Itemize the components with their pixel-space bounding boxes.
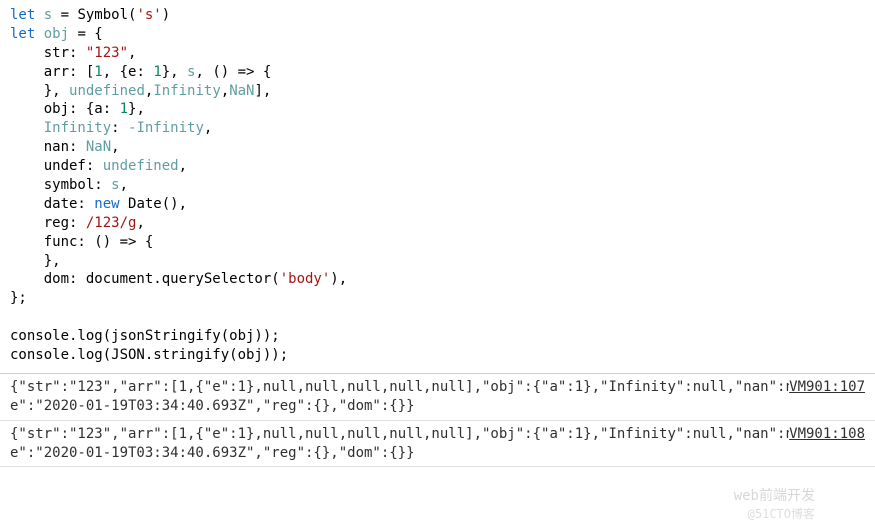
code-text: ) bbox=[162, 7, 170, 23]
code-text bbox=[10, 120, 44, 136]
keyword-let: let bbox=[10, 7, 44, 23]
code-text: , bbox=[128, 45, 136, 61]
string-literal: 's' bbox=[136, 7, 161, 23]
code-text: , bbox=[204, 120, 212, 136]
regex-literal: /123/g bbox=[86, 215, 137, 231]
prop-symbol: symbol: bbox=[10, 177, 111, 193]
source-link[interactable]: VM901:107 bbox=[789, 378, 865, 397]
devtools-snippet: let s = Symbol('s') let obj = { str: "12… bbox=[0, 0, 875, 522]
prop-str: str: bbox=[10, 45, 86, 61]
console-message: {"str":"123","arr":[1,{"e":1},null,null,… bbox=[10, 425, 865, 463]
code-text: , bbox=[120, 177, 128, 193]
literal-undefined: undefined bbox=[69, 83, 145, 99]
console-output: {"str":"123","arr":[1,{"e":1},null,null,… bbox=[0, 373, 875, 468]
prop-dom: dom: document.querySelector( bbox=[10, 271, 280, 287]
literal-neg-infinity: -Infinity bbox=[128, 120, 204, 136]
code-text: , bbox=[179, 158, 187, 174]
literal-infinity: Infinity bbox=[153, 83, 220, 99]
code-text: }, bbox=[10, 253, 61, 269]
code-text: Date(), bbox=[120, 196, 187, 212]
literal-undefined: undefined bbox=[103, 158, 179, 174]
ident-obj: obj bbox=[44, 26, 69, 42]
code-text: }; bbox=[10, 290, 27, 306]
literal-nan: NaN bbox=[229, 83, 254, 99]
code-text: = Symbol( bbox=[52, 7, 136, 23]
console-message: {"str":"123","arr":[1,{"e":1},null,null,… bbox=[10, 378, 865, 416]
source-link[interactable]: VM901:108 bbox=[789, 425, 865, 444]
number-literal: 1 bbox=[94, 64, 102, 80]
code-text: = { bbox=[69, 26, 103, 42]
code-text: , {e: bbox=[103, 64, 154, 80]
literal-infinity: Infinity bbox=[44, 120, 111, 136]
code-text: , bbox=[136, 215, 144, 231]
prop-nan: nan: bbox=[10, 139, 86, 155]
code-editor: let s = Symbol('s') let obj = { str: "12… bbox=[0, 0, 875, 373]
code-text: }, bbox=[162, 64, 187, 80]
console-row: {"str":"123","arr":[1,{"e":1},null,null,… bbox=[0, 374, 875, 421]
prop-arr: arr: [ bbox=[10, 64, 94, 80]
code-text: : bbox=[111, 120, 128, 136]
code-text: ], bbox=[254, 83, 271, 99]
prop-undef: undef: bbox=[10, 158, 103, 174]
literal-nan: NaN bbox=[86, 139, 111, 155]
string-literal: 'body' bbox=[280, 271, 331, 287]
code-text: }, bbox=[128, 101, 145, 117]
prop-obj: obj: {a: bbox=[10, 101, 120, 117]
code-text: }, bbox=[10, 83, 69, 99]
code-text: , () => { bbox=[195, 64, 271, 80]
console-log-call: console.log(JSON.stringify(obj)); bbox=[10, 347, 288, 363]
console-row: {"str":"123","arr":[1,{"e":1},null,null,… bbox=[0, 421, 875, 468]
keyword-new: new bbox=[94, 196, 119, 212]
prop-date: date: bbox=[10, 196, 94, 212]
number-literal: 1 bbox=[120, 101, 128, 117]
keyword-let: let bbox=[10, 26, 44, 42]
ident-s: s bbox=[111, 177, 119, 193]
code-text: ), bbox=[330, 271, 347, 287]
watermark-main: web前端开发 bbox=[734, 487, 815, 506]
ident-s: s bbox=[44, 7, 52, 23]
watermark-sub: @51CTO博客 bbox=[748, 506, 815, 522]
prop-func: func: () => { bbox=[10, 234, 153, 250]
number-literal: 1 bbox=[153, 64, 161, 80]
code-text: , bbox=[111, 139, 119, 155]
code-text: , bbox=[221, 83, 229, 99]
console-log-call: console.log(jsonStringify(obj)); bbox=[10, 328, 280, 344]
prop-reg: reg: bbox=[10, 215, 86, 231]
string-literal: "123" bbox=[86, 45, 128, 61]
